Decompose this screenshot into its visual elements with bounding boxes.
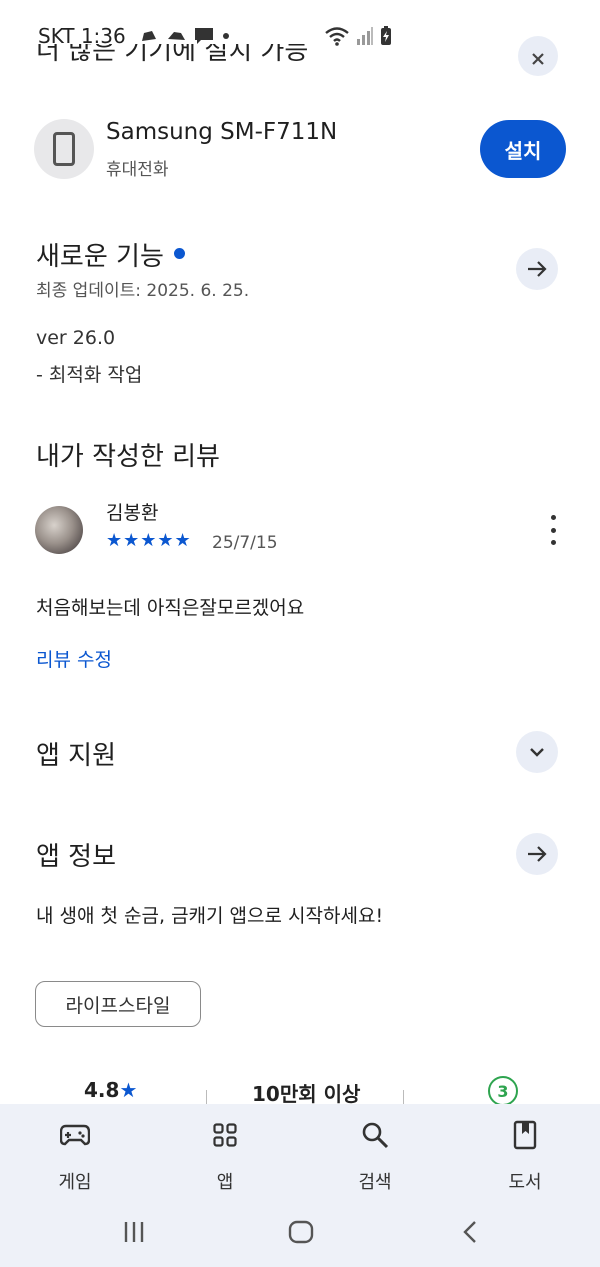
app-info-title[interactable]: 앱 정보 — [36, 836, 116, 873]
wifi-icon — [325, 27, 349, 46]
recent-apps-button[interactable] — [120, 1212, 148, 1252]
dot-icon — [222, 33, 229, 39]
app-support-title[interactable]: 앱 지원 — [36, 735, 116, 772]
whats-new-arrow-button[interactable] — [516, 248, 558, 290]
recent-apps-icon — [124, 1222, 144, 1242]
book-icon — [513, 1118, 537, 1152]
close-icon — [532, 53, 544, 65]
rating-stat: 4.8★ — [84, 1078, 138, 1102]
app-description: 내 생애 첫 순금, 금캐기 앱으로 시작하세요! — [36, 905, 384, 927]
review-date: 25/7/15 — [212, 533, 278, 553]
nav-item-search[interactable]: 검색 — [325, 1118, 425, 1194]
star-icon: ★ — [119, 1078, 138, 1102]
stat-divider — [403, 1090, 404, 1104]
whats-new-title[interactable]: 새로운 기능 — [36, 236, 185, 273]
install-section-header: 더 많은 기기에 설치 가능 — [36, 44, 309, 66]
stat-divider — [206, 1090, 207, 1104]
downloads-stat: 10만회 이상 — [252, 1082, 361, 1106]
nav-item-games[interactable]: 게임 — [25, 1118, 125, 1194]
nav-item-books[interactable]: 도서 — [475, 1118, 575, 1194]
age-rating-badge: 3 — [488, 1076, 518, 1106]
avatar — [35, 506, 83, 554]
version-note: - 최적화 작업 — [36, 364, 143, 386]
device-type: 휴대전화 — [106, 159, 169, 180]
search-icon — [361, 1118, 389, 1152]
reviewer-name: 김봉환 — [106, 502, 159, 524]
chevron-down-icon — [530, 748, 544, 757]
nav-item-apps[interactable]: 앱 — [175, 1118, 275, 1194]
my-review-title: 내가 작성한 리뷰 — [36, 442, 220, 472]
app-support-expand-button[interactable] — [516, 731, 558, 773]
arrow-right-icon — [528, 846, 547, 862]
new-indicator-dot — [173, 248, 185, 259]
gamepad-icon — [60, 1118, 90, 1152]
device-name: Samsung SM-F711N — [106, 118, 338, 145]
edit-review-link[interactable]: 리뷰 수정 — [36, 645, 112, 672]
category-chip[interactable]: 라이프스타일 — [35, 981, 201, 1027]
last-updated: 최종 업데이트: 2025. 6. 25. — [36, 281, 250, 301]
home-icon — [288, 1220, 314, 1244]
status-right-icons — [324, 26, 392, 46]
signal-icon — [357, 27, 373, 45]
home-button[interactable] — [286, 1212, 316, 1252]
back-button[interactable] — [458, 1212, 482, 1252]
phone-icon — [34, 119, 94, 179]
system-navigation-bar — [0, 1212, 600, 1252]
app-info-arrow-button[interactable] — [516, 833, 558, 875]
close-button[interactable] — [518, 36, 558, 76]
install-button[interactable]: 설치 — [480, 120, 566, 178]
review-text: 처음해보는데 아직은잘모르겠어요 — [36, 597, 305, 619]
cloud-icon — [141, 31, 156, 41]
version-text: ver 26.0 — [36, 327, 116, 349]
device-row: Samsung SM-F711N 휴대전화 설치 — [34, 118, 566, 180]
back-icon — [463, 1221, 476, 1243]
notification-icons — [138, 27, 230, 45]
star-rating: ★★★★★ — [106, 530, 192, 551]
arrow-right-icon — [528, 261, 547, 277]
more-options-icon[interactable] — [546, 515, 560, 545]
message-icon — [194, 28, 213, 44]
battery-charging-icon — [381, 26, 391, 45]
apps-grid-icon — [213, 1118, 237, 1152]
cloud-icon — [167, 32, 185, 40]
